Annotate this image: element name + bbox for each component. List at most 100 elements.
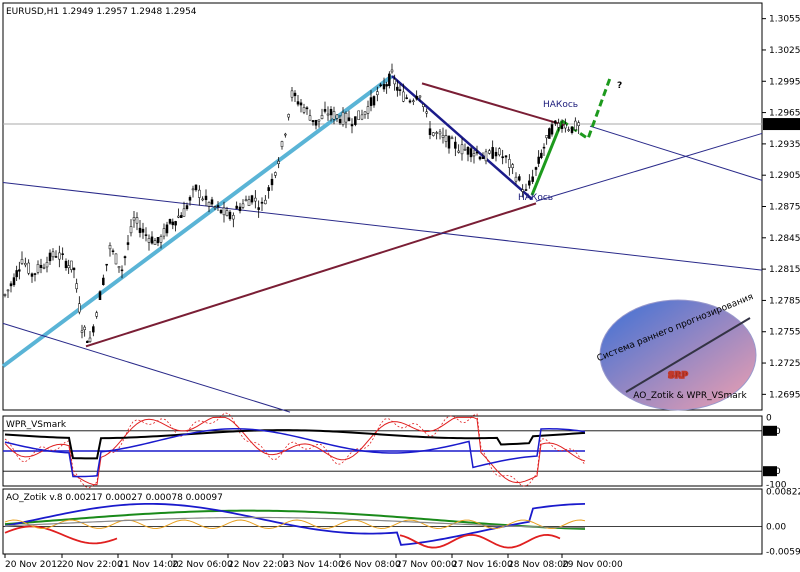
candle-body [438,131,442,135]
candle-body [548,128,551,139]
candle-body [574,120,577,130]
candle-body [372,96,376,106]
candle-body [120,269,124,272]
price-tick-label: 1.2815 [769,265,800,275]
candle-body [36,264,40,273]
candle-body [238,206,242,212]
candle-body [478,156,482,160]
candle-body [274,172,277,176]
candle-body [171,221,175,226]
candle-body [314,119,318,126]
candle-body [534,167,538,170]
price-tick-label: 1.2995 [769,77,800,87]
candle-body [491,147,494,159]
candle-body [165,224,169,234]
candle-body [159,236,163,243]
candle-body [33,273,37,275]
price-tick-label: 1.2755 [769,328,800,338]
candle-body [24,263,27,266]
candle-body [390,69,394,73]
candle-body [18,269,21,272]
candle-body [376,91,379,96]
candle-body [299,102,303,106]
candle-body [494,151,498,157]
candle-body [98,291,102,301]
candle-body [162,228,166,237]
price-tick-label: 1.2965 [769,109,800,119]
price-tick-label: 1.2785 [769,296,800,306]
candle-body [111,250,115,252]
candle-body [45,262,49,268]
candle-body [144,234,148,236]
candle-body [75,283,78,290]
candle-body [332,111,336,120]
candle-body [542,146,546,149]
candle-body [102,277,105,285]
candle-body [168,219,172,224]
candle-body [95,312,98,317]
chart-svg: 1.3055 1.3025 1.2995 1.2965 1.2935 1.2905 1.28… [1,2,800,570]
price-tick-label: 1.2695 [769,390,800,400]
candle-body [545,135,548,139]
time-tick-label: 23 Nov 14:00 [283,560,344,570]
candle-body [141,228,145,233]
candle-body [524,189,528,191]
candle-body [296,101,300,105]
watermark-text: SRP [668,371,688,381]
time-tick-label: 20 Nov 2012 [5,560,63,570]
candle-body [222,207,226,216]
candle-body [528,180,531,186]
candle-body [210,199,214,205]
candle-body [179,215,183,218]
candle-body [379,84,382,87]
time-tick-label: 20 Nov 22:00 [62,560,123,570]
candle-body [570,126,574,133]
wpr-tick-label: 0 [766,413,772,423]
time-tick-label: 21 Nov 14:00 [118,560,179,570]
candle-body [198,189,201,198]
candle-body [241,203,245,208]
annotation-label: НАКось [543,100,578,110]
candle-body [88,337,92,342]
candle-body [114,253,118,265]
candle-body [250,195,254,203]
candle-body [132,217,136,221]
candle-body [338,119,342,124]
candle-body [463,148,467,151]
price-tick-label: 1.2875 [769,203,800,213]
candle-body [550,124,554,135]
candle-body [428,128,432,135]
candle-body [58,252,61,260]
candle-body [280,141,284,147]
ao-title: AO_Zotik v.8 0.00217 0.00027 0.00078 0.0… [6,493,223,503]
candle-body [498,148,501,156]
candle-body [177,215,180,218]
candle-body [317,119,321,122]
candle-body [129,226,133,234]
candle-body [260,201,264,204]
candle-body [15,270,18,278]
candle-body [293,92,297,97]
candle-body [27,262,30,274]
candle-body [138,227,142,233]
candle-body [42,267,46,269]
candle-body [360,114,364,120]
candle-body [531,176,534,182]
candle-body [412,100,415,102]
candle-body [39,264,43,268]
candle-body [320,115,324,119]
candle-body [311,120,315,123]
candle-body [398,89,402,91]
ao-tick-label: 0.00822 [766,487,800,497]
candle-body [329,109,333,116]
candle-body [105,263,108,266]
candle-body [450,137,454,140]
candle-body [135,217,139,224]
candle-body [257,207,260,210]
candle-body [564,123,567,129]
candle-body [267,187,270,191]
candle-body [20,259,24,264]
candle-body [369,97,373,106]
candle-body [508,159,511,168]
candle-body [501,156,504,159]
